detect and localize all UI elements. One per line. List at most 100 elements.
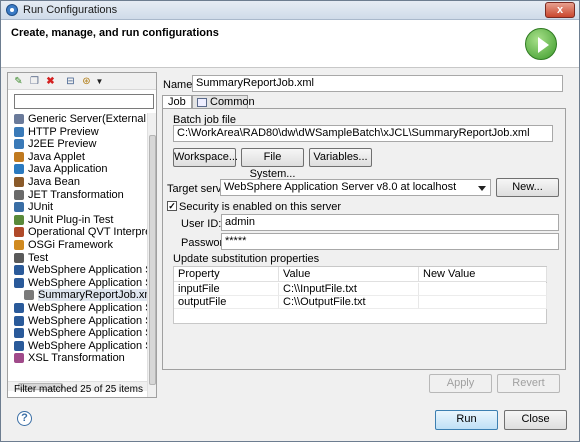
websphere-icon [14,328,24,339]
tree-item[interactable]: Java Applet [8,151,147,163]
tree-item[interactable]: JUnit [8,201,147,213]
table-cell[interactable] [419,283,547,296]
column-header-new-value[interactable]: New Value [419,267,547,282]
tree-item[interactable]: WebSphere Application Serve [8,327,147,339]
tree-item[interactable]: Test [8,252,147,264]
security-checkbox-label: Security is enabled on this server [179,201,342,213]
column-header-value[interactable]: Value [279,267,419,282]
scroll-thumb[interactable] [149,135,156,385]
tree-item[interactable]: JET Transformation [8,189,147,201]
password-field[interactable]: ***** [221,233,559,250]
tree-item[interactable]: OSGi Framework [8,239,147,251]
security-checkbox[interactable]: ✓ [167,201,177,211]
tree-item[interactable]: J2EE Preview [8,138,147,150]
config-tabs: Job Common [162,95,562,109]
table-cell[interactable]: C:\\InputFile.txt [279,283,419,296]
tree-item[interactable]: Java Application [8,163,147,175]
workspace-button[interactable]: Workspace... [173,148,238,167]
jet-icon [14,189,24,200]
xsl-icon [14,353,24,364]
tree-item-label: OSGi Framework [28,239,113,251]
table-cell[interactable]: C:\\OutputFile.txt [279,296,419,309]
tab-label: Job [168,96,186,108]
websphere-icon [14,340,24,351]
tree-item[interactable]: WebSphere Application Serve [8,340,147,352]
tree-item[interactable]: Java Bean [8,176,147,188]
table-cell[interactable]: inputFile [174,283,279,296]
tree-item-label: XSL Transformation [28,352,125,365]
websphere-icon [14,315,24,326]
close-button[interactable]: Close [504,410,567,430]
tree-item[interactable]: Operational QVT Interpreter [8,226,147,238]
target-server-select[interactable]: WebSphere Application Server v8.0 at loc… [220,179,491,196]
apply-button[interactable]: Apply [429,374,492,393]
tree-item[interactable]: Generic Server(External Launc [8,113,147,125]
new-config-icon[interactable]: ✎ [13,76,24,87]
tab-job[interactable]: Job [162,95,192,109]
browser-icon [14,126,24,137]
revert-button[interactable]: Revert [497,374,560,393]
tree-item[interactable]: HTTP Preview [8,126,147,138]
batch-job-path-field[interactable]: C:\WorkArea\RAD80\dw\dWSampleBatch\xJCL\… [173,125,553,142]
tree-item-label: Java Application [28,163,108,176]
browser-icon [14,139,24,150]
tree-item[interactable]: SummaryReportJob.xml [8,289,147,302]
dialog-header: Create, manage, and run configurations [1,20,579,68]
tree-item-label: HTTP Preview [28,125,99,138]
job-icon [24,290,34,301]
userid-field[interactable]: admin [221,214,559,231]
dialog-heading: Create, manage, and run configurations [11,27,219,39]
column-header-property[interactable]: Property [174,267,279,282]
duplicate-icon[interactable]: ❐ [29,76,40,87]
tree-item[interactable]: WebSphere Application Serve [8,302,147,314]
table-cell[interactable] [419,296,547,309]
filter-icon[interactable]: ⊛ [81,76,92,87]
tree-item-label: WebSphere Application Serve [28,327,147,340]
tree-vertical-scrollbar[interactable] [147,113,156,397]
tree-item[interactable]: JUnit Plug-in Test [8,214,147,226]
tree-item[interactable]: WebSphere Application Serve [8,315,147,327]
applet-icon [14,151,24,162]
checkmark-icon: ✓ [168,201,176,211]
tree-item-label: JET Transformation [28,188,124,201]
websphere-icon [14,265,24,276]
substitution-table: Property Value New Value inputFile C:\\I… [173,266,547,324]
websphere-icon [14,303,24,313]
common-tab-icon [197,98,207,107]
run-icon [525,28,557,60]
tree-item-label: JUnit Plug-in Test [28,213,114,226]
bean-icon [14,177,24,187]
tree-item-label: WebSphere Application Serve [28,314,147,327]
filter-status-text: Filter matched 25 of 25 items [14,384,143,395]
tree-item-label: Java Applet [28,150,85,163]
variables-button[interactable]: Variables... [309,148,372,167]
help-icon[interactable]: ? [17,411,32,426]
java-app-icon [14,164,24,175]
tree-item-label: J2EE Preview [28,138,97,151]
file-system-button[interactable]: File System... [241,148,304,180]
eclipse-icon [6,4,18,16]
test-icon [14,252,24,263]
filter-input[interactable] [14,94,154,109]
title-bar: Run Configurations x [1,1,579,20]
tree-item-label: WebSphere Application Serve [28,264,147,277]
qvt-icon [14,227,24,238]
tree-item[interactable]: XSL Transformation [8,352,147,364]
tree-item[interactable]: WebSphere Application Serve [8,277,147,289]
tab-common[interactable]: Common [192,95,255,109]
chevron-down-icon[interactable]: ▼ [94,76,105,87]
userid-label: User ID: [181,218,222,230]
target-server-value: WebSphere Application Server v8.0 at loc… [224,181,457,193]
substitution-label: Update substitution properties [173,253,320,265]
run-button[interactable]: Run [435,410,498,430]
tree-item[interactable]: WebSphere Application Serve [8,264,147,276]
collapse-all-icon[interactable]: ⊟ [65,76,76,87]
new-server-button[interactable]: New... [496,178,559,197]
table-cell[interactable]: outputFile [174,296,279,309]
tree-item-label: WebSphere Application Serve [28,339,147,352]
tree-item-label: Java Bean [28,176,80,188]
delete-icon[interactable]: ✖ [45,76,56,87]
name-field[interactable]: SummaryReportJob.xml [192,75,563,92]
window-close-button[interactable]: x [545,2,575,18]
tree-toolbar: ✎ ❐ ✖ ⊟ ⊛ ▼ [8,73,156,90]
